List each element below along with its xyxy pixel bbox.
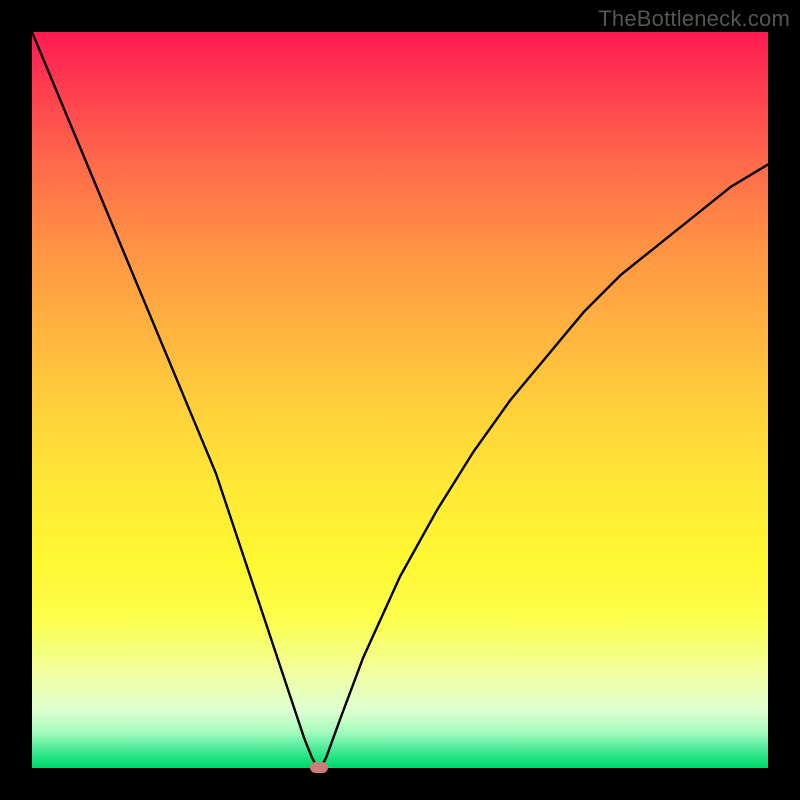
bottleneck-curve [32,32,768,768]
watermark-text: TheBottleneck.com [598,6,790,32]
optimum-marker [310,762,328,773]
plot-area [32,32,768,768]
chart-frame: TheBottleneck.com [0,0,800,800]
